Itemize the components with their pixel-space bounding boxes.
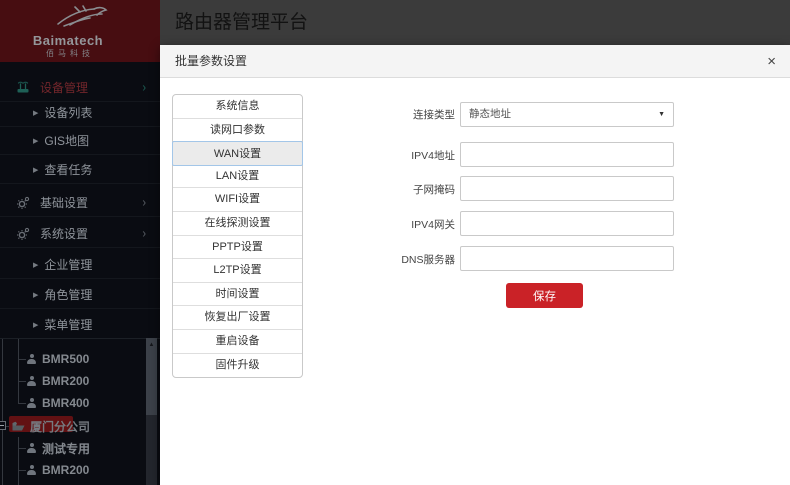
tab-l2tp-settings[interactable]: L2TP设置: [173, 259, 302, 283]
tree-node-bmr500[interactable]: BMR500: [27, 351, 89, 367]
save-button[interactable]: 保存: [506, 283, 583, 308]
tree-node-bmr200-2[interactable]: BMR200: [27, 462, 89, 478]
gear-icon: [16, 227, 30, 241]
sidebar-item-label: 系统设置: [40, 227, 89, 241]
sidebar-item-device-list[interactable]: ▶ 设备列表: [0, 99, 160, 127]
dns-server-input[interactable]: [460, 246, 674, 271]
connection-type-select[interactable]: 静态地址 ▼: [460, 102, 674, 127]
tree-connector: [18, 437, 19, 485]
triangle-right-icon: ▶: [33, 109, 39, 117]
device-tree: BMR500 BMR200 BMR400 厦门分公司 测试专用 BMR200: [0, 338, 160, 485]
triangle-right-icon: ▶: [33, 261, 39, 269]
selected-option: 静态地址: [469, 108, 511, 120]
close-icon[interactable]: ×: [767, 45, 776, 78]
sidebar-item-label: 角色管理: [44, 288, 93, 302]
sidebar-item-label: 菜单管理: [44, 318, 93, 332]
tree-node-label: BMR200: [42, 463, 90, 477]
device-icon: [27, 354, 36, 364]
caret-down-icon: ▼: [658, 111, 665, 118]
tree-connector: [2, 339, 3, 485]
tree-node-bmr200[interactable]: BMR200: [27, 373, 89, 389]
device-icon: [27, 376, 36, 386]
tree-collapse-toggle[interactable]: [0, 421, 6, 430]
device-icon: [27, 443, 36, 453]
ipv4-address-input[interactable]: [460, 142, 674, 167]
sidebar-item-system-settings[interactable]: 系统设置 ›: [0, 220, 160, 248]
sidebar-item-label: 设备列表: [44, 106, 93, 120]
settings-tab-list: 系统信息 读网口参数 WAN设置 LAN设置 WIFI设置 在线探测设置 PPT…: [172, 94, 303, 379]
brand-name: Baimatech: [32, 33, 104, 48]
tree-connector: [18, 359, 26, 360]
tree-connector: [18, 470, 26, 471]
tab-factory-reset[interactable]: 恢复出厂设置: [173, 306, 302, 330]
tree-connector: [18, 339, 19, 403]
tree-node-xiamen-branch[interactable]: 厦门分公司: [9, 416, 91, 434]
sidebar-item-gis-map[interactable]: ▶ GIS地图: [0, 127, 160, 155]
sidebar-item-enterprise-management[interactable]: ▶ 企业管理: [0, 251, 160, 279]
device-icon: [27, 465, 36, 475]
tree-node-label: BMR400: [42, 396, 90, 410]
triangle-right-icon: ▶: [33, 166, 39, 174]
sidebar-item-label: 企业管理: [44, 258, 93, 272]
sidebar-item-role-management[interactable]: ▶ 角色管理: [0, 281, 160, 309]
open-folder-icon: [12, 421, 25, 430]
tab-read-port-params[interactable]: 读网口参数: [173, 119, 302, 143]
connection-type-label: 连接类型: [413, 109, 455, 121]
tab-firmware-upgrade[interactable]: 固件升级: [173, 354, 302, 378]
modal-title: 批量参数设置: [175, 54, 248, 68]
brand-name-cn: 佰马科技: [46, 49, 94, 58]
tree-node-label: BMR200: [42, 374, 90, 388]
ipv4-gateway-label: IPV4网关: [411, 219, 455, 231]
tab-online-probe-settings[interactable]: 在线探测设置: [173, 212, 302, 236]
sidebar-item-label: 基础设置: [40, 196, 89, 210]
sidebar-item-label: GIS地图: [44, 134, 90, 148]
scrollbar-thumb[interactable]: [146, 352, 157, 415]
tree-connector: [18, 381, 26, 382]
sidebar-item-device-management[interactable]: 设备管理 ›: [0, 74, 160, 102]
tab-time-settings[interactable]: 时间设置: [173, 283, 302, 307]
sidebar-item-label: 设备管理: [40, 81, 89, 95]
triangle-right-icon: ▶: [33, 291, 39, 299]
sidebar-item-basic-settings[interactable]: 基础设置 ›: [0, 189, 160, 217]
dns-server-label: DNS服务器: [401, 254, 455, 266]
modal-header: 批量参数设置 ×: [160, 45, 790, 78]
device-icon: [27, 398, 36, 408]
tree-node-bmr400[interactable]: BMR400: [27, 395, 89, 411]
triangle-right-icon: ▶: [33, 321, 39, 329]
tree-node-label: BMR500: [42, 352, 90, 366]
top-header: 路由器管理平台: [160, 0, 790, 45]
subnet-mask-input[interactable]: [460, 176, 674, 201]
subnet-mask-label: 子网掩码: [413, 184, 455, 196]
tree-connector: [18, 403, 26, 404]
scroll-up-icon[interactable]: ▲: [146, 338, 157, 352]
tree-node-label: 厦门分公司: [30, 419, 91, 434]
chevron-right-icon: ›: [142, 80, 146, 95]
triangle-right-icon: ▶: [33, 137, 39, 145]
gear-icon: [16, 196, 30, 210]
tab-pptp-settings[interactable]: PPTP设置: [173, 236, 302, 260]
batch-settings-modal: 批量参数设置 × 系统信息 读网口参数 WAN设置 LAN设置 WIFI设置 在…: [160, 45, 790, 485]
router-icon: [16, 81, 30, 95]
tree-connector: [18, 448, 26, 449]
tab-wifi-settings[interactable]: WIFI设置: [173, 188, 302, 212]
sidebar-item-label: 查看任务: [44, 163, 93, 177]
page-title: 路由器管理平台: [175, 12, 309, 33]
tab-lan-settings[interactable]: LAN设置: [173, 165, 302, 189]
tab-wan-settings[interactable]: WAN设置: [172, 141, 303, 166]
logo-block: Baimatech 佰马科技: [0, 0, 160, 62]
tab-reboot-device[interactable]: 重启设备: [173, 330, 302, 354]
tree-scrollbar[interactable]: ▲: [146, 338, 157, 485]
tab-system-info[interactable]: 系统信息: [173, 95, 302, 119]
horse-logo-icon: [57, 5, 108, 27]
ipv4-address-label: IPV4地址: [411, 150, 455, 162]
chevron-right-icon: ›: [142, 195, 146, 210]
tree-node-label: 测试专用: [42, 441, 91, 456]
sidebar-item-view-tasks[interactable]: ▶ 查看任务: [0, 156, 160, 184]
sidebar: Baimatech 佰马科技 设备管理 › ▶ 设备列表 ▶ GIS地图 ▶ 查…: [0, 0, 160, 485]
tree-node-test-device[interactable]: 测试专用: [27, 440, 90, 456]
chevron-right-icon: ›: [142, 226, 146, 241]
ipv4-gateway-input[interactable]: [460, 211, 674, 236]
sidebar-item-menu-management[interactable]: ▶ 菜单管理: [0, 311, 160, 339]
